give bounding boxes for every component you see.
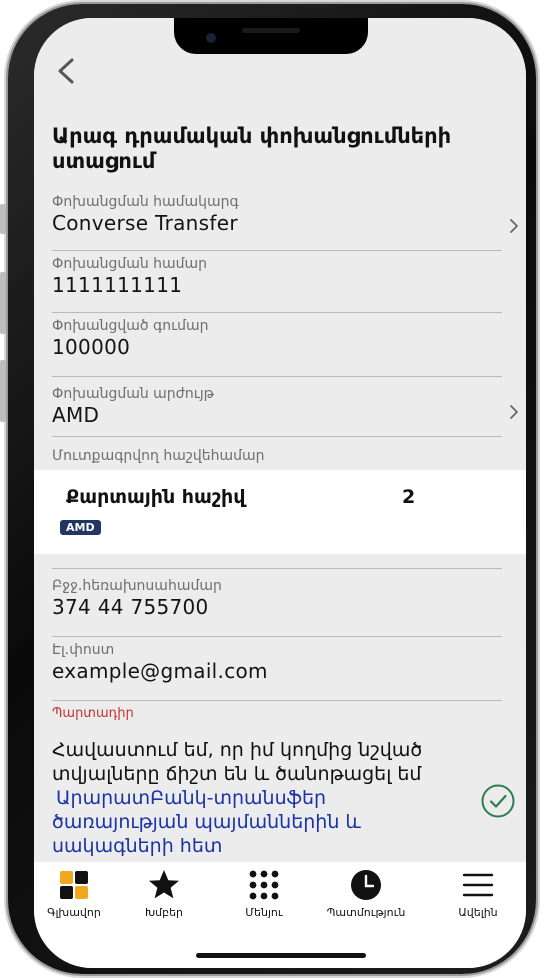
account-name: Քարտային հաշիվ [66, 486, 246, 508]
screen: Արագ դրամական փոխանցումների ստացում Փոխա… [34, 18, 526, 968]
tab-groups[interactable]: Խմբեր [116, 868, 212, 919]
page-title: Արագ դրամական փոխանցումների ստացում [52, 124, 452, 173]
terms-link[interactable]: ԱրարատԲանկ-տրանսֆեր [52, 786, 472, 810]
chevron-right-icon [506, 218, 522, 234]
tab-bar: Գլխավոր Խմբեր Մենյու Պատմություն Ավելին [34, 862, 526, 968]
tab-home[interactable]: Գլխավոր [34, 868, 122, 919]
phone-field[interactable]: Բջջ.հեռախոսահամար 374 44 755700 [52, 578, 502, 637]
account-number: 2 [402, 486, 416, 508]
email-field[interactable]: Էլ.փոստ example@gmail.com [52, 642, 502, 701]
side-button-volume-up [0, 272, 6, 334]
email-label: Էլ.փոստ [52, 642, 115, 658]
camera [206, 33, 216, 43]
tab-home-label: Գլխավոր [47, 906, 101, 919]
receiving-account-field: Մուտքագրվող հաշվեհամար [52, 448, 496, 464]
divider [52, 700, 502, 701]
terms-link-line2[interactable]: ծառայության պայմաններին և [52, 810, 472, 834]
tab-more[interactable]: Ավելին [430, 868, 526, 919]
side-button-mute [0, 204, 6, 234]
home-indicator[interactable] [196, 953, 366, 958]
chevron-left-icon [58, 58, 74, 84]
tab-history[interactable]: Պատմություն [318, 868, 414, 919]
tab-menu-label: Մենյու [245, 906, 283, 919]
check-circle-icon [481, 784, 515, 818]
transfer-number-field[interactable]: Փոխանցման համար 1111111111 [52, 256, 502, 313]
receiving-account-label: Մուտքագրվող հաշվեհամար [52, 448, 265, 464]
speaker [242, 28, 300, 33]
phone-value: 374 44 755700 [52, 595, 209, 619]
currency-value: AMD [52, 403, 100, 427]
clock-icon [351, 870, 381, 900]
grid-icon [60, 871, 88, 899]
transfer-number-label: Փոխանցման համար [52, 256, 208, 272]
back-button[interactable] [50, 54, 84, 88]
amount-field[interactable]: Փոխանցված գումար 100000 [52, 318, 502, 377]
tab-more-label: Ավելին [458, 906, 498, 919]
terms-link-line3[interactable]: սակագների հետ [52, 834, 472, 858]
notch [174, 18, 368, 54]
divider [52, 436, 502, 437]
transfer-number-value: 1111111111 [52, 273, 183, 297]
divider [52, 636, 502, 637]
hamburger-icon [462, 873, 494, 897]
divider [52, 376, 502, 377]
required-label: Պարտադիր [52, 706, 134, 721]
phone-frame: Արագ դրամական փոխանցումների ստացում Փոխա… [0, 4, 536, 974]
chevron-right-icon [506, 404, 522, 420]
dots-grid-icon [249, 870, 279, 900]
star-icon [149, 870, 179, 899]
transfer-system-field[interactable]: Փոխանցման համակարգ Converse Transfer [52, 194, 518, 251]
form-content: Արագ դրամական փոխանցումների ստացում Փոխա… [34, 18, 526, 898]
phone-label: Բջջ.հեռախոսահամար [52, 578, 222, 594]
divider [52, 250, 502, 251]
tab-history-label: Պատմություն [326, 906, 406, 919]
divider [52, 568, 502, 569]
consent-checkbox[interactable] [480, 783, 516, 819]
amount-label: Փոխանցված գումար [52, 318, 209, 334]
divider [52, 312, 502, 313]
currency-label: Փոխանցման արժույթ [52, 386, 214, 402]
transfer-system-label: Փոխանցման համակարգ [52, 194, 239, 210]
currency-badge: AMD [60, 520, 101, 535]
currency-field[interactable]: Փոխանցման արժույթ AMD [52, 386, 518, 437]
email-value: example@gmail.com [52, 659, 268, 683]
consent-statement: Հավաստում եմ, որ իմ կողմից նշված տվյալնե… [52, 739, 423, 785]
side-button-volume-down [0, 360, 6, 422]
tab-menu[interactable]: Մենյու [216, 868, 312, 919]
transfer-system-value: Converse Transfer [52, 211, 238, 235]
amount-value: 100000 [52, 335, 131, 359]
consent-text: Հավաստում եմ, որ իմ կողմից նշված տվյալնե… [52, 738, 472, 858]
tab-groups-label: Խմբեր [144, 906, 184, 919]
account-card[interactable]: Քարտային հաշիվ 2 AMD [34, 470, 526, 554]
